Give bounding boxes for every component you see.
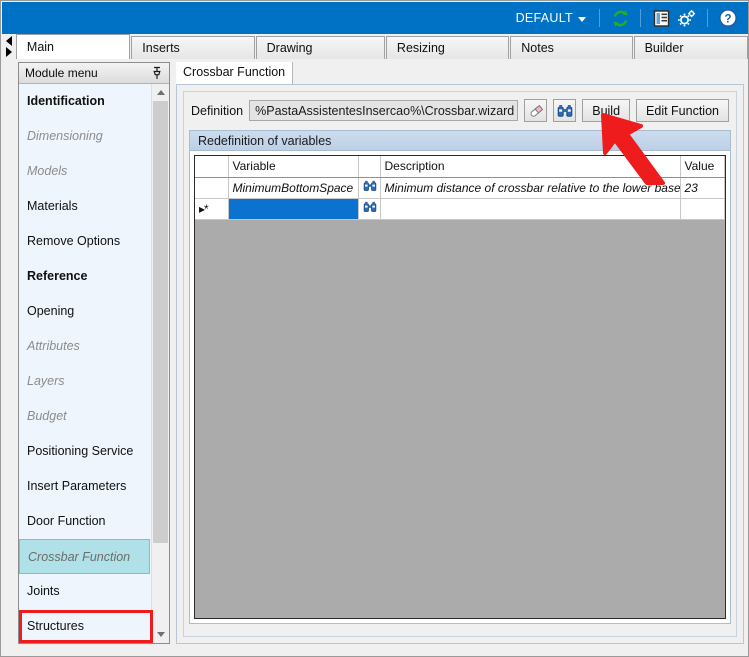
- sidebar-item-identification[interactable]: Identification: [19, 84, 152, 119]
- definition-label: Definition: [191, 103, 244, 118]
- eraser-icon[interactable]: [524, 99, 548, 122]
- tab-inserts[interactable]: Inserts: [131, 36, 255, 59]
- module-menu-scroll-area: Identification Dimensioning Models Mater…: [19, 84, 169, 643]
- definition-input[interactable]: %PastaAssistentesInsercao%\Crossbar.wiza…: [249, 100, 519, 121]
- sidebar-item-attributes[interactable]: Attributes: [19, 329, 152, 364]
- binoculars-icon: [363, 201, 377, 213]
- content-pane: Crossbar Function Definition %PastaAssis…: [176, 62, 744, 644]
- sidebar-item-budget[interactable]: Budget: [19, 399, 152, 434]
- edit-function-button[interactable]: Edit Function: [636, 99, 729, 122]
- profile-label: DEFAULT: [515, 11, 573, 25]
- report-list-icon[interactable]: [648, 6, 674, 30]
- ribbon-separator: [640, 9, 641, 27]
- top-ribbon: DEFAULT ?: [2, 2, 748, 34]
- sidebar-item-reference[interactable]: Reference: [19, 259, 152, 294]
- tab-drawing[interactable]: Drawing: [255, 36, 385, 59]
- module-menu-title: Module menu: [25, 66, 98, 80]
- sidebar-item-materials[interactable]: Materials: [19, 189, 152, 224]
- binoculars-icon[interactable]: [553, 99, 577, 122]
- ribbon-separator: [599, 9, 600, 27]
- cell-description[interactable]: [380, 198, 681, 220]
- tab-scroll-buttons[interactable]: [2, 34, 16, 59]
- body-area: Module menu Identification Dimensioning …: [2, 59, 748, 656]
- scrollbar-up-button[interactable]: [152, 84, 169, 101]
- scrollbar-thumb[interactable]: [153, 101, 168, 543]
- redefinition-groupbox: Redefinition of variables Variable Descr…: [189, 130, 731, 624]
- scroll-right-icon[interactable]: [5, 47, 12, 57]
- column-header-variable[interactable]: Variable: [228, 156, 359, 178]
- module-menu-header: Module menu: [19, 63, 169, 84]
- chevron-down-icon: [156, 632, 165, 637]
- cell-find-button[interactable]: [358, 177, 381, 199]
- svg-text:?: ?: [724, 14, 731, 26]
- application-window: DEFAULT ? Main Inserts Drawing Resizing …: [0, 0, 749, 657]
- sidebar-item-structures[interactable]: Structures: [19, 609, 152, 643]
- sidebar-item-dimensioning[interactable]: Dimensioning: [19, 119, 152, 154]
- cell-variable[interactable]: MinimumBottomSpace: [228, 177, 359, 199]
- definition-row: Definition %PastaAssistentesInsercao%\Cr…: [189, 97, 731, 128]
- module-menu-panel: Module menu Identification Dimensioning …: [18, 62, 170, 644]
- help-icon[interactable]: ?: [715, 6, 741, 30]
- variables-table: Variable Description Value MinimumBottom…: [195, 156, 725, 220]
- cell-value[interactable]: 23: [680, 177, 725, 199]
- tab-crossbar-function[interactable]: Crossbar Function: [176, 62, 294, 84]
- row-marker-cell: ▸*: [195, 198, 229, 220]
- chevron-up-icon: [156, 90, 165, 95]
- sidebar-item-layers[interactable]: Layers: [19, 364, 152, 399]
- tab-builder[interactable]: Builder: [633, 36, 748, 59]
- variables-table-head: Variable Description Value: [195, 156, 725, 178]
- row-marker-cell: [195, 177, 229, 199]
- build-button[interactable]: Build: [582, 99, 631, 122]
- binoculars-icon: [363, 180, 377, 192]
- column-header-value[interactable]: Value: [680, 156, 725, 178]
- tab-main[interactable]: Main: [15, 34, 131, 59]
- profile-dropdown[interactable]: DEFAULT: [510, 8, 592, 28]
- tab-notes[interactable]: Notes: [510, 36, 633, 59]
- scroll-left-icon[interactable]: [5, 36, 12, 46]
- settings-gears-icon[interactable]: [674, 6, 700, 30]
- sidebar-item-crossbar-function[interactable]: Crossbar Function: [19, 539, 150, 574]
- sidebar-item-joints[interactable]: Joints: [19, 574, 152, 609]
- variables-table-body: MinimumBottomSpace Minimum distance of c…: [195, 177, 725, 220]
- main-tabstrip: Main Inserts Drawing Resizing Notes Buil…: [2, 34, 748, 59]
- cell-description[interactable]: Minimum distance of crossbar relative to…: [380, 177, 681, 199]
- sidebar-item-positioning-service[interactable]: Positioning Service: [19, 434, 152, 469]
- sidebar-item-models[interactable]: Models: [19, 154, 152, 189]
- cell-find-button[interactable]: [358, 198, 381, 220]
- ribbon-right-tools: DEFAULT ?: [510, 6, 748, 30]
- sidebar-item-door-function[interactable]: Door Function: [19, 504, 152, 539]
- table-header-row: Variable Description Value: [195, 156, 725, 178]
- chevron-down-icon: [578, 16, 586, 22]
- module-menu-list: Identification Dimensioning Models Mater…: [19, 84, 152, 643]
- sidebar-item-remove-options[interactable]: Remove Options: [19, 224, 152, 259]
- variables-grid[interactable]: Variable Description Value MinimumBottom…: [194, 155, 726, 619]
- column-header-rowmarker: [195, 156, 229, 178]
- cell-value[interactable]: [680, 198, 725, 220]
- content-tabstrip: Crossbar Function: [176, 62, 744, 84]
- table-row[interactable]: ▸*: [195, 198, 725, 220]
- ribbon-separator: [707, 9, 708, 27]
- sidebar-item-insert-parameters[interactable]: Insert Parameters: [19, 469, 152, 504]
- refresh-sync-icon[interactable]: [607, 6, 633, 30]
- sidebar-scrollbar[interactable]: [151, 84, 169, 643]
- content-inner: Definition %PastaAssistentesInsercao%\Cr…: [183, 91, 737, 637]
- tab-resizing[interactable]: Resizing: [385, 36, 510, 59]
- table-row[interactable]: MinimumBottomSpace Minimum distance of c…: [195, 177, 725, 199]
- cell-variable[interactable]: [228, 198, 359, 220]
- scrollbar-down-button[interactable]: [152, 626, 169, 643]
- column-header-find: [358, 156, 381, 178]
- sidebar-item-opening[interactable]: Opening: [19, 294, 152, 329]
- column-header-description[interactable]: Description: [380, 156, 681, 178]
- redefinition-group-title: Redefinition of variables: [190, 131, 730, 151]
- content-box: Definition %PastaAssistentesInsercao%\Cr…: [176, 84, 744, 644]
- pin-icon[interactable]: [151, 66, 163, 80]
